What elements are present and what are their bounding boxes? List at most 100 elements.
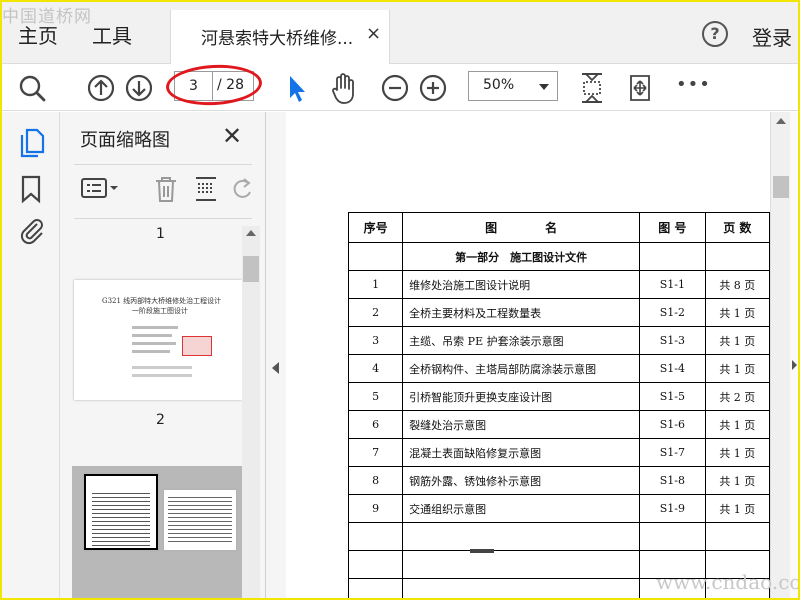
thumbnail-page-4[interactable] <box>164 490 236 550</box>
thumbnail-page-2[interactable]: G321 线丙部特大桥维修处治工程设计 一阶段施工图设计 <box>74 280 242 400</box>
column-header: 页 数 <box>704 212 771 243</box>
page-count: 共 8 页 <box>704 270 771 299</box>
insert-page-icon[interactable] <box>192 174 220 208</box>
row-number: 3 <box>347 326 404 355</box>
select-tool-icon[interactable] <box>284 70 308 106</box>
page-marker <box>470 549 494 553</box>
thumbnails-panel: 页面缩略图 ✕ 1 G321 线丙部特大桥维修处治工程设计 一阶段施工图设计 2 <box>60 112 266 598</box>
document-view: 序号 图 名 图 号 页 数 第一部分 施工图设计文件 1 维修处治施工图设计说明… <box>286 112 771 598</box>
menu-bar: 主页 工具 河悬索特大桥维修... × ? 登录 <box>2 2 798 64</box>
column-header: 图 号 <box>639 212 706 243</box>
drawing-code: S1-5 <box>639 382 706 411</box>
close-panel-icon[interactable]: ✕ <box>222 122 242 150</box>
table-cell <box>347 522 404 551</box>
page-count: 共 1 页 <box>704 326 771 355</box>
table-row: 5 引桥智能顶升更换支座设计图 S1-5 共 2 页 <box>347 382 771 411</box>
previous-page-icon[interactable] <box>86 70 116 106</box>
table-row: 8 钢筋外露、锈蚀修补示意图 S1-8 共 1 页 <box>347 466 771 495</box>
section-row: 第一部分 施工图设计文件 <box>347 242 771 271</box>
thumbnail-scrollbar[interactable] <box>242 226 260 598</box>
table-cell <box>347 578 404 598</box>
scroll-up-icon[interactable] <box>776 118 786 124</box>
page-count: 共 1 页 <box>704 298 771 327</box>
fullscreen-icon[interactable] <box>626 70 654 106</box>
drawing-name: 维修处治施工图设计说明 <box>402 270 641 299</box>
collapse-panel-handle[interactable] <box>266 112 286 598</box>
column-header: 图 名 <box>402 212 641 243</box>
rotate-icon[interactable] <box>230 174 254 208</box>
scrollbar-thumb[interactable] <box>243 256 259 282</box>
table-cell <box>639 242 706 271</box>
row-number: 7 <box>347 438 404 467</box>
page-count: 共 1 页 <box>704 354 771 383</box>
attachment-icon[interactable] <box>19 216 45 250</box>
app-window: 主页 工具 河悬索特大桥维修... × ? 登录 中国道桥网 / 28 <box>0 0 800 600</box>
page-count: 共 1 页 <box>704 494 771 523</box>
zoom-select[interactable]: 50% <box>468 71 558 101</box>
thumbnail-table <box>92 490 150 546</box>
text-line <box>132 350 170 353</box>
table-cell <box>402 522 641 551</box>
thumbnail-options-icon[interactable] <box>80 174 120 206</box>
document-scrollbar[interactable] <box>770 112 790 598</box>
drawing-name: 交通组织示意图 <box>402 494 641 523</box>
table-row: 6 裂缝处治示意图 S1-6 共 1 页 <box>347 410 771 439</box>
chevron-down-icon <box>539 84 549 90</box>
page-thumbnails-icon[interactable] <box>19 128 45 162</box>
watermark-logo: 中国道桥网 <box>2 7 92 27</box>
drawing-name: 裂缝处治示意图 <box>402 410 641 439</box>
thumbnail-page-number: 1 <box>156 226 165 242</box>
drawing-code: S1-2 <box>639 298 706 327</box>
thumbnail-table <box>168 494 232 544</box>
drawing-code: S1-7 <box>639 438 706 467</box>
document-tab-title: 河悬索特大桥维修... <box>201 29 354 49</box>
zoom-in-icon[interactable] <box>418 70 448 106</box>
thumbnail-selected-frame <box>72 466 244 598</box>
toolbar: / 28 50% ••• <box>2 62 798 111</box>
tools-menu[interactable]: 工具 <box>92 20 132 49</box>
stamp-image <box>182 336 212 356</box>
drawing-index-table: 序号 图 名 图 号 页 数 第一部分 施工图设计文件 1 维修处治施工图设计说明… <box>347 212 771 598</box>
text-line <box>132 334 172 337</box>
scroll-up-icon[interactable] <box>246 230 256 236</box>
side-rail <box>2 112 60 598</box>
next-page-icon[interactable] <box>124 70 154 106</box>
login-button[interactable]: 登录 <box>752 22 792 51</box>
thumbnail-page-2-title: G321 线丙部特大桥维修处治工程设计 <box>102 297 222 305</box>
close-tab-icon[interactable]: × <box>366 23 381 44</box>
thumbnail-page-3[interactable] <box>84 474 158 550</box>
table-row: 2 全桥主要材料及工程数量表 S1-2 共 1 页 <box>347 298 771 327</box>
bookmark-icon[interactable] <box>19 174 43 208</box>
chevron-right-icon[interactable] <box>792 360 797 370</box>
drawing-code: S1-8 <box>639 466 706 495</box>
table-cell <box>704 522 771 551</box>
help-icon[interactable]: ? <box>702 21 728 47</box>
drawing-name: 全桥钢构件、主塔局部防腐涂装示意图 <box>402 354 641 383</box>
chevron-left-icon[interactable] <box>272 362 279 374</box>
drawing-code: S1-6 <box>639 410 706 439</box>
more-options-icon[interactable]: ••• <box>676 74 711 110</box>
delete-icon[interactable] <box>152 174 180 208</box>
thumbnail-page-number: 2 <box>156 412 165 428</box>
table-row: 3 主缆、吊索 PE 护套涂装示意图 S1-3 共 1 页 <box>347 326 771 355</box>
text-line <box>132 342 176 345</box>
zoom-out-icon[interactable] <box>380 70 410 106</box>
drawing-code: S1-9 <box>639 494 706 523</box>
fit-page-icon[interactable] <box>578 70 606 106</box>
text-line <box>132 326 178 329</box>
section-title: 第一部分 施工图设计文件 <box>402 242 641 271</box>
row-number: 5 <box>347 382 404 411</box>
drawing-code: S1-3 <box>639 326 706 355</box>
column-header: 序号 <box>347 212 404 243</box>
document-tab[interactable]: 河悬索特大桥维修... × <box>170 10 390 64</box>
table-cell <box>639 522 706 551</box>
table-cell <box>704 242 771 271</box>
search-icon[interactable] <box>18 70 48 106</box>
hand-tool-icon[interactable] <box>328 70 360 106</box>
table-cell <box>347 242 404 271</box>
drawing-name: 引桥智能顶升更换支座设计图 <box>402 382 641 411</box>
scrollbar-thumb[interactable] <box>773 176 789 198</box>
empty-row <box>347 522 771 551</box>
table-row: 9 交通组织示意图 S1-9 共 1 页 <box>347 494 771 523</box>
table-cell <box>402 550 641 579</box>
